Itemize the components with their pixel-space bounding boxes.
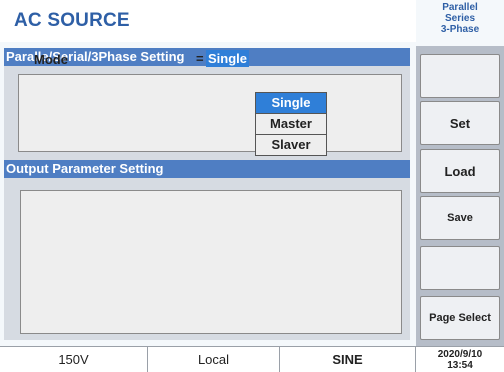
status-time: 13:54 [447, 360, 473, 371]
parallel-setting-panel [4, 66, 410, 160]
mode-indicator-line1: Parallel [442, 2, 478, 13]
page-select-button[interactable]: Page Select [420, 296, 500, 340]
load-button[interactable]: Load [420, 149, 500, 193]
mode-indicator: Parallel Series 3-Phase [416, 0, 504, 46]
mode-option-single[interactable]: Single [256, 93, 326, 114]
soft-key-panel: Parallel Series 3-Phase Set Load Save Pa… [416, 0, 504, 346]
date-time: 2020/9/10 13:54 [416, 347, 504, 372]
mode-label: Mode [34, 52, 68, 67]
title-bar: AC SOURCE [0, 0, 416, 42]
parallel-setting-inner [18, 74, 402, 152]
output-parameter-header: Output Parameter Setting [4, 160, 410, 178]
soft-key-5[interactable] [420, 246, 500, 290]
mode-option-slaver[interactable]: Slaver [256, 135, 326, 155]
status-date: 2020/9/10 [437, 349, 483, 360]
control-status: Local [148, 347, 280, 372]
voltage-range-status: 150V [0, 347, 148, 372]
set-button[interactable]: Set [420, 101, 500, 145]
app-title: AC SOURCE [14, 10, 130, 31]
save-button[interactable]: Save [420, 196, 500, 240]
output-parameter-panel [4, 178, 410, 340]
mode-value-field[interactable]: Single [206, 50, 250, 67]
mode-dropdown: Single Master Slaver [255, 92, 327, 156]
mode-option-master[interactable]: Master [256, 114, 326, 135]
mode-indicator-line2: Series [444, 13, 476, 24]
waveform-status: SINE [280, 347, 416, 372]
output-parameter-inner [20, 190, 402, 334]
status-bar: 150V Local SINE 2020/9/10 13:54 [0, 346, 504, 372]
mode-equals-sign: = [196, 51, 204, 66]
soft-key-1[interactable] [420, 54, 500, 98]
mode-indicator-line3: 3-Phase [440, 24, 480, 35]
